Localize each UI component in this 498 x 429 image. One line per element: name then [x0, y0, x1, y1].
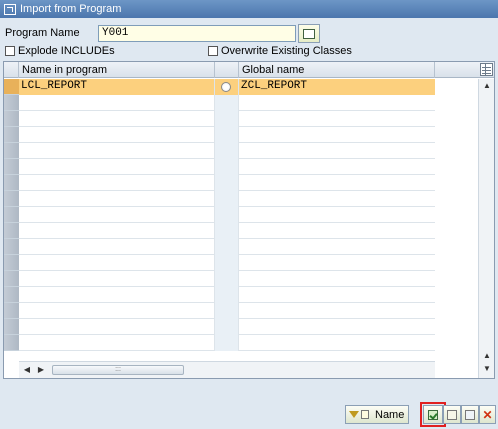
value-help-button[interactable]: [298, 24, 320, 43]
table-row[interactable]: [19, 111, 435, 127]
select-all-icon: [447, 409, 457, 420]
row-selector[interactable]: [4, 143, 19, 159]
cancel-button[interactable]: ✕: [479, 405, 496, 424]
cell-radio[interactable]: [215, 79, 239, 95]
deselect-all-icon: [465, 409, 475, 420]
row-selector[interactable]: [4, 111, 19, 127]
layout-settings-icon[interactable]: [480, 63, 493, 76]
row-selector[interactable]: [4, 255, 19, 271]
import-button[interactable]: [420, 402, 446, 427]
scroll-up-icon[interactable]: ▲: [482, 81, 492, 91]
sort-by-name-button[interactable]: Name: [345, 405, 409, 424]
table-header: Name in program Global name: [4, 62, 494, 78]
import-icon: [4, 3, 16, 15]
table-row[interactable]: [19, 95, 435, 111]
checkbox-box: [208, 46, 218, 56]
row-selector[interactable]: [4, 175, 19, 191]
table-body: LCL_REPORT ZCL_REPORT: [19, 79, 435, 351]
row-selector[interactable]: [4, 79, 19, 95]
scroll-down-icon[interactable]: ▼: [482, 364, 492, 374]
explode-includes-label: Explode INCLUDEs: [18, 45, 115, 57]
scroll-thumb[interactable]: :::: [52, 365, 184, 375]
overwrite-classes-label: Overwrite Existing Classes: [221, 45, 352, 57]
table-row[interactable]: [19, 335, 435, 351]
value-help-icon: [303, 28, 315, 39]
sort-descending-icon: [349, 411, 359, 418]
scroll-up-icon[interactable]: ▲: [482, 351, 492, 361]
table-row[interactable]: [19, 303, 435, 319]
row-selector[interactable]: [4, 191, 19, 207]
cell-name-in-program[interactable]: LCL_REPORT: [19, 79, 215, 95]
window-title: Import from Program: [20, 3, 122, 15]
row-selector[interactable]: [4, 271, 19, 287]
table-row[interactable]: [19, 287, 435, 303]
row-selector[interactable]: [4, 159, 19, 175]
scroll-right-icon[interactable]: ▶: [36, 365, 46, 375]
table-row[interactable]: [19, 319, 435, 335]
row-selector-column: [4, 79, 19, 351]
document-icon: [361, 410, 369, 419]
cell-global-name[interactable]: ZCL_REPORT: [239, 79, 435, 95]
row-selector[interactable]: [4, 127, 19, 143]
dialog-footer: Name ✕: [0, 392, 498, 429]
sort-button-label: Name: [375, 408, 405, 421]
row-selector[interactable]: [4, 335, 19, 351]
checkbox-box: [5, 46, 15, 56]
table-row[interactable]: [19, 191, 435, 207]
import-icon: [428, 409, 438, 420]
select-all-header[interactable]: [4, 62, 19, 78]
table-row[interactable]: [19, 239, 435, 255]
program-name-input[interactable]: Y001: [98, 25, 296, 42]
horizontal-scrollbar[interactable]: ◀ ▶ :::: [19, 361, 435, 378]
table-row[interactable]: [19, 223, 435, 239]
class-table: Name in program Global name LCL_REPORT Z…: [3, 61, 495, 379]
table-row[interactable]: LCL_REPORT ZCL_REPORT: [19, 79, 435, 95]
close-icon: ✕: [482, 407, 493, 422]
row-selector[interactable]: [4, 303, 19, 319]
scroll-left-icon[interactable]: ◀: [22, 365, 32, 375]
row-selector[interactable]: [4, 223, 19, 239]
table-row[interactable]: [19, 271, 435, 287]
table-row[interactable]: [19, 159, 435, 175]
title-bar: Import from Program: [0, 0, 498, 18]
header-name-in-program[interactable]: Name in program: [19, 62, 215, 78]
row-selector[interactable]: [4, 239, 19, 255]
explode-includes-checkbox[interactable]: Explode INCLUDEs: [5, 45, 115, 57]
row-selector[interactable]: [4, 95, 19, 111]
table-row[interactable]: [19, 127, 435, 143]
deselect-all-button[interactable]: [461, 405, 479, 424]
program-name-label: Program Name: [5, 27, 80, 39]
table-row[interactable]: [19, 143, 435, 159]
header-radio: [215, 62, 239, 78]
overwrite-classes-checkbox[interactable]: Overwrite Existing Classes: [208, 45, 352, 57]
table-row[interactable]: [19, 207, 435, 223]
row-selector[interactable]: [4, 207, 19, 223]
header-global-name[interactable]: Global name: [239, 62, 435, 78]
row-selector[interactable]: [4, 287, 19, 303]
table-row[interactable]: [19, 175, 435, 191]
select-all-button[interactable]: [443, 405, 461, 424]
table-row[interactable]: [19, 255, 435, 271]
vertical-scrollbar[interactable]: ▲ ▲ ▼: [478, 79, 494, 378]
row-selector[interactable]: [4, 319, 19, 335]
radio-button[interactable]: [221, 82, 231, 92]
